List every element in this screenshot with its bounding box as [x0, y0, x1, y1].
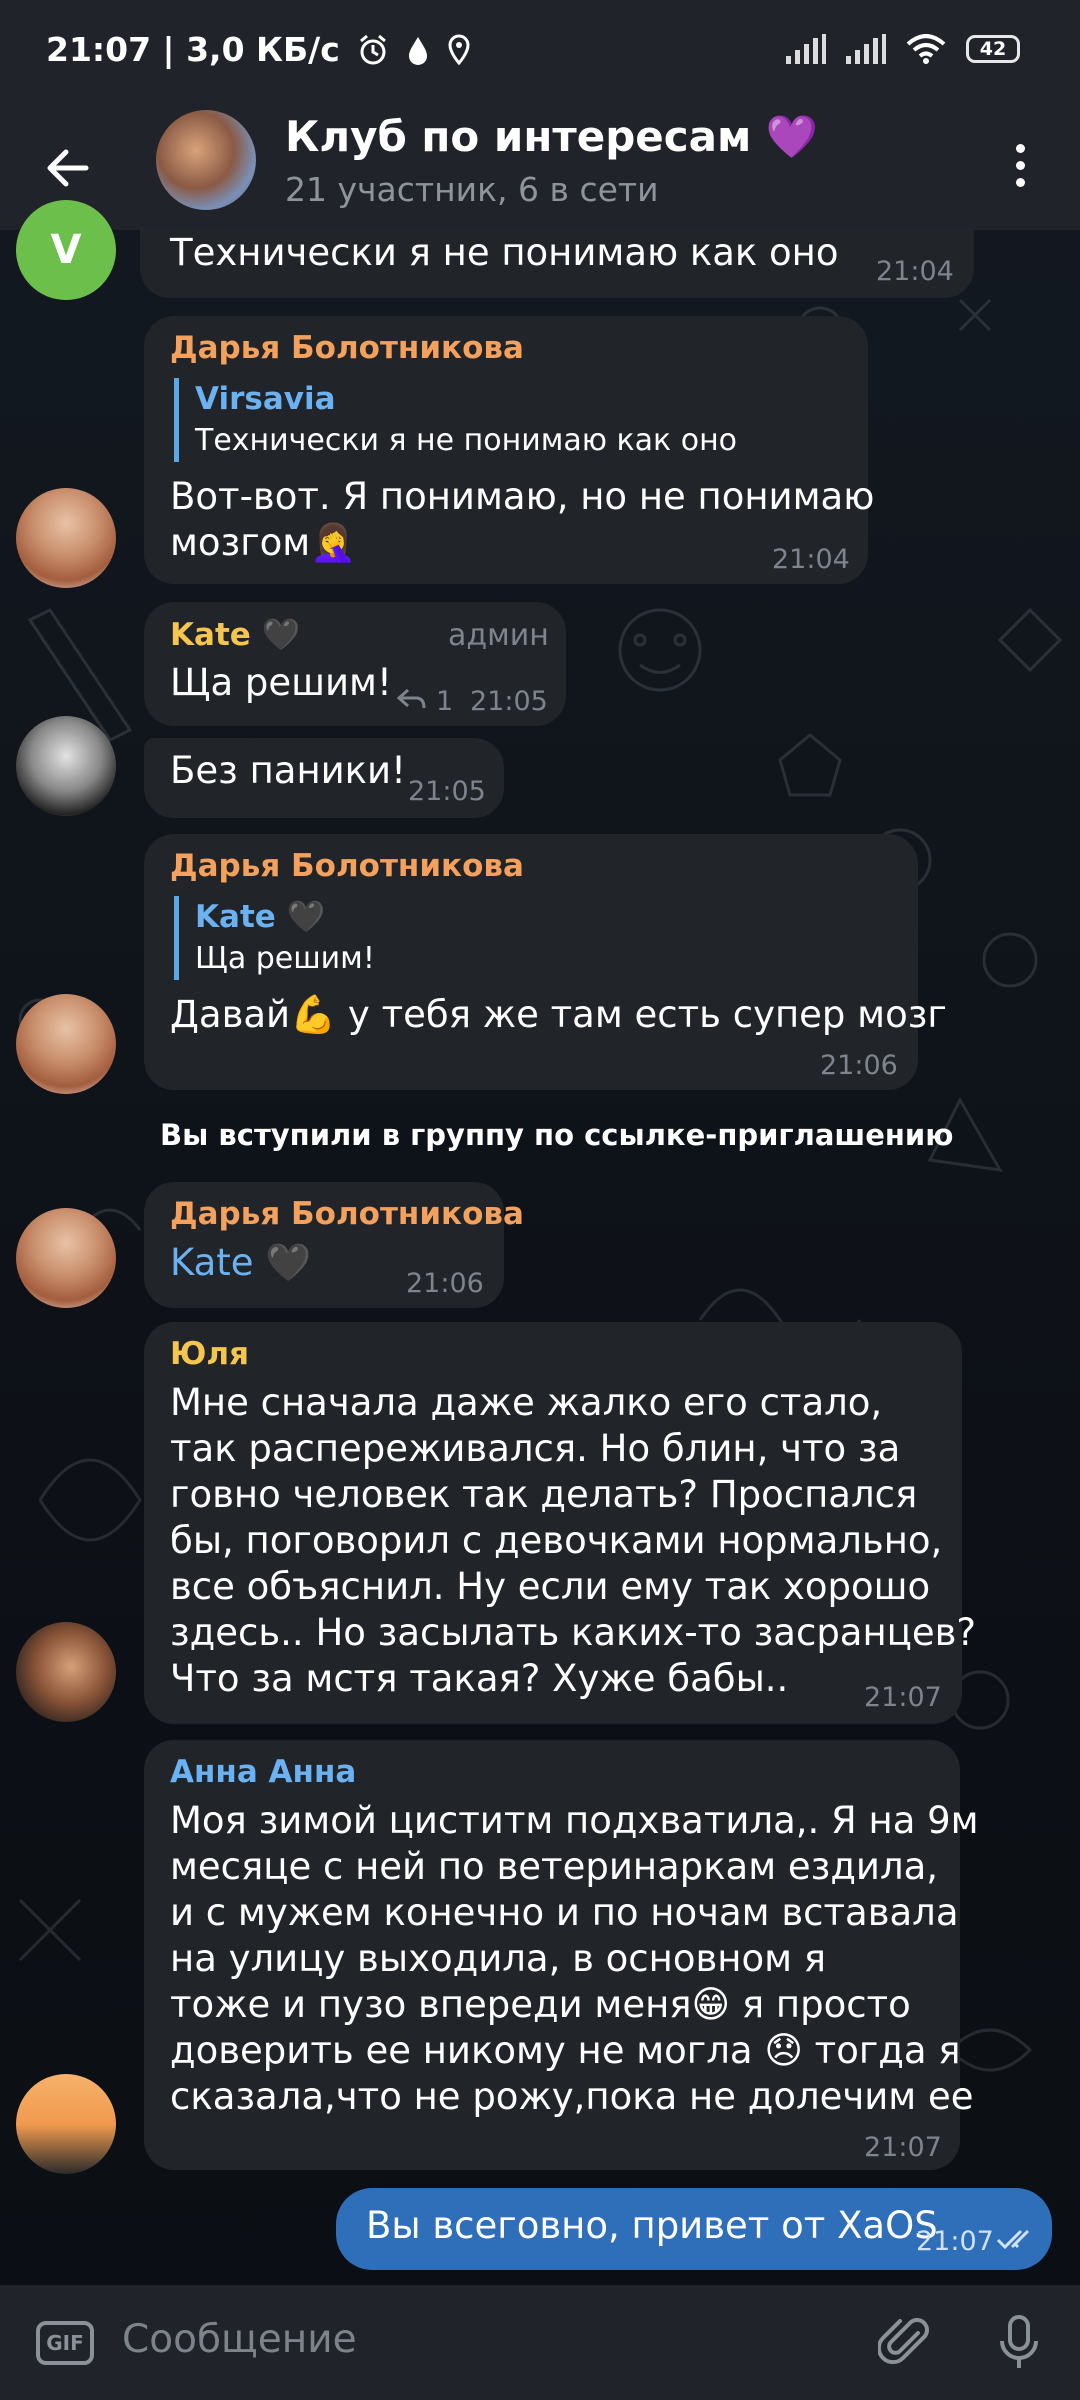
message-time: 21:06 — [820, 1050, 898, 1081]
status-left: 21:07 | 3,0 КБ/с — [46, 30, 472, 69]
message-time: 21:07 — [916, 2226, 994, 2257]
sender-name: Дарья Болотникова — [170, 330, 524, 366]
signal-icon-2 — [846, 34, 886, 64]
battery-indicator: 42 — [966, 35, 1020, 63]
back-arrow-icon — [47, 149, 89, 187]
chat-header: Клуб по интересам 💜 21 участник, 6 в сет… — [0, 110, 1080, 230]
message-time: 21:04 — [772, 544, 850, 575]
sender-name: Kate 🖤 — [170, 617, 301, 653]
message-line: тоже и пузо впереди меня😁 я просто — [170, 1983, 911, 2026]
avatar-daria[interactable] — [16, 994, 116, 1094]
message-line: месяце с ней по ветеринаркам ездила, — [170, 1845, 939, 1888]
message-line: Моя зимой циститм подхватила,. Я на 9м — [170, 1799, 979, 1842]
message-bubble[interactable]: Дарья Болотникова Kate 🖤 Ща решим! Давай… — [144, 834, 947, 1090]
message-line: Мне сначала даже жалко его стало, — [170, 1381, 883, 1424]
message-line: Вот-вот. Я понимаю, но не понимаю — [170, 475, 875, 518]
reply-quote-text: Технически я не понимаю как оно — [195, 423, 738, 458]
sender-name: Дарья Болотникова — [170, 1196, 524, 1232]
message-bubble[interactable]: Дарья Болотникова Kate 🖤 21:06 — [144, 1182, 524, 1308]
avatar-virsavia[interactable]: V — [16, 200, 116, 300]
avatar-kate[interactable] — [16, 716, 116, 816]
message-line: сказала,что не рожу,пока не долечим ее — [170, 2075, 974, 2118]
reply-count: 1 — [436, 686, 454, 717]
message-line: бы, поговорил с девочками нормально, — [170, 1519, 943, 1562]
group-avatar[interactable] — [156, 110, 256, 210]
message-text: Без паники! — [170, 749, 406, 792]
reply-quote-name: Kate 🖤 — [195, 899, 326, 935]
message-text: Вы всеговно, привет от XaOS — [366, 2204, 938, 2247]
message-time: 21:06 — [406, 1268, 484, 1299]
message-input[interactable]: Сообщение — [122, 2317, 357, 2362]
more-options-button[interactable] — [1000, 135, 1040, 195]
reply-count-icon — [396, 688, 426, 709]
status-bar: 21:07 | 3,0 КБ/с 42 — [0, 0, 1080, 110]
reply-quote-name: Virsavia — [195, 381, 336, 417]
service-message: Вы вступили в группу по ссылке-приглашен… — [160, 1118, 954, 1152]
outgoing-message-bubble[interactable]: Вы всеговно, привет от XaOS 21:07 — [336, 2188, 1052, 2270]
more-vert-icon — [1015, 143, 1025, 153]
message-time: 21:05 — [408, 776, 486, 807]
message-time: 21:05 — [470, 686, 548, 717]
status-time-speed: 21:07 | 3,0 КБ/с — [46, 30, 340, 69]
sender-name: Анна Анна — [170, 1754, 357, 1790]
message-line: доверить ее никому не могла 😞 тогда я — [170, 2029, 961, 2072]
message-bubble[interactable]: Kate 🖤 админ Ща решим! 1 21:05 — [144, 602, 566, 726]
message-bubble[interactable]: Технически я не понимаю как оно 21:04 — [140, 228, 974, 298]
back-button[interactable] — [40, 140, 96, 196]
avatar-anna[interactable] — [16, 2074, 116, 2174]
mention-link[interactable]: Kate 🖤 — [170, 1240, 311, 1286]
message-line: мозгом🤦‍♀️ — [170, 521, 357, 564]
location-icon — [448, 33, 470, 65]
message-time: 21:04 — [876, 256, 954, 287]
attach-icon[interactable] — [878, 2315, 934, 2371]
message-input-bar: GIF Сообщение — [0, 2285, 1080, 2400]
message-line: так распереживался. Но блин, что за — [170, 1427, 901, 1470]
message-line: и с мужем конечно и по ночам вставала — [170, 1891, 959, 1934]
message-time: 21:07 — [864, 1682, 942, 1713]
message-bubble[interactable]: Анна Анна Моя зимой циститм подхватила,.… — [144, 1740, 979, 2170]
message-line: говно человек так делать? Проспался — [170, 1473, 918, 1516]
message-text: Ща решим! — [170, 661, 392, 704]
avatar-daria[interactable] — [16, 1208, 116, 1308]
gif-icon[interactable]: GIF — [36, 2321, 94, 2365]
message-line: все объяснил. Ну если ему так хорошо — [170, 1565, 931, 1608]
wifi-icon — [906, 34, 946, 64]
status-right: 42 — [786, 34, 1020, 64]
mic-icon[interactable] — [994, 2313, 1044, 2373]
reply-quote[interactable]: Virsavia Технически я не понимаю как оно — [174, 378, 737, 462]
alarm-icon — [359, 34, 386, 64]
reply-quote[interactable]: Kate 🖤 Ща решим! — [174, 896, 375, 980]
message-time: 21:07 — [864, 2132, 942, 2163]
message-bubble[interactable]: Без паники! 21:05 — [144, 738, 504, 818]
drop-icon — [408, 36, 427, 65]
reply-quote-text: Ща решим! — [195, 941, 375, 976]
sender-name: Дарья Болотникова — [170, 848, 524, 884]
admin-badge: админ — [448, 618, 549, 653]
message-bubble[interactable]: Дарья Болотникова Virsavia Технически я … — [144, 316, 874, 584]
signal-icon — [786, 34, 826, 64]
avatar-yulia[interactable] — [16, 1622, 116, 1722]
avatar-daria[interactable] — [16, 488, 116, 588]
message-line: Что за мстя такая? Хуже бабы.. — [170, 1657, 789, 1700]
message-line: здесь.. Но засылать каких-то засранцев? — [170, 1611, 977, 1654]
message-text: Давай💪 у тебя же там есть супер мозг — [170, 993, 947, 1036]
message-bubble[interactable]: Юля Мне сначала даже жалко его стало, та… — [144, 1322, 976, 1724]
chat-subtitle: 21 участник, 6 в сети — [285, 170, 659, 209]
chat-title[interactable]: Клуб по интересам 💜 — [285, 112, 818, 162]
message-text: Технически я не понимаю как оно — [170, 231, 839, 274]
message-line: на улицу выходила, в основном я — [170, 1937, 827, 1980]
double-check-icon — [996, 2229, 1030, 2250]
sender-name: Юля — [170, 1336, 249, 1372]
